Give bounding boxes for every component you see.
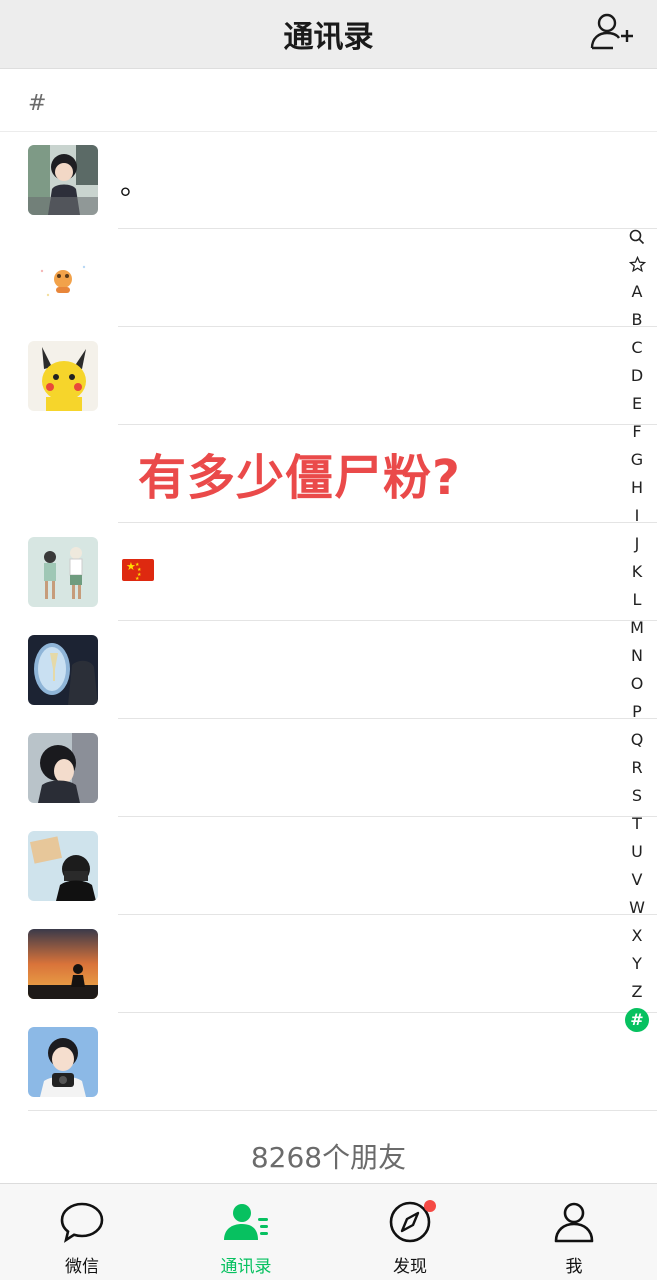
index-letter-a[interactable]: A	[625, 278, 649, 306]
avatar	[28, 929, 98, 999]
avatar	[28, 1027, 98, 1097]
search-icon	[629, 229, 645, 244]
index-search[interactable]	[625, 222, 649, 250]
add-contact-icon	[590, 13, 633, 50]
index-letter-k[interactable]: K	[625, 558, 649, 586]
add-contact-button[interactable]	[589, 12, 635, 52]
contact-name: 。	[120, 168, 149, 201]
index-letter-d[interactable]: D	[625, 362, 649, 390]
index-letter-z[interactable]: Z	[625, 978, 649, 1006]
contact-row[interactable]	[0, 719, 657, 817]
list-end-divider	[28, 1110, 657, 1111]
contact-row[interactable]	[0, 621, 657, 719]
index-letter-t[interactable]: T	[625, 810, 649, 838]
tab-label: 微信	[65, 1257, 99, 1277]
index-letter-g[interactable]: G	[625, 446, 649, 474]
contact-row[interactable]	[0, 229, 657, 327]
contact-row[interactable]	[0, 915, 657, 1013]
index-letter-c[interactable]: C	[625, 334, 649, 362]
index-letter-w[interactable]: W	[625, 894, 649, 922]
tab-label: 发现	[393, 1257, 427, 1277]
index-letter-p[interactable]: P	[625, 698, 649, 726]
index-letter-r[interactable]: R	[625, 754, 649, 782]
notification-dot	[424, 1200, 436, 1212]
index-letter-e[interactable]: E	[625, 390, 649, 418]
avatar	[28, 145, 98, 215]
chat-bubble-icon	[60, 1202, 104, 1243]
tab-label: 我	[565, 1257, 583, 1277]
top-bar: 通讯录	[0, 0, 657, 69]
tab-contacts[interactable]: 通讯录	[164, 1184, 328, 1280]
section-letter: #	[28, 91, 47, 116]
avatar	[28, 243, 98, 313]
person-icon	[554, 1202, 594, 1243]
index-letter-l[interactable]: L	[625, 586, 649, 614]
avatar	[28, 537, 98, 607]
contact-row[interactable]	[0, 1013, 620, 1111]
index-letter-f[interactable]: F	[625, 418, 649, 446]
avatar	[28, 635, 98, 705]
index-letter-h[interactable]: H	[625, 474, 649, 502]
index-letter-v[interactable]: V	[625, 866, 649, 894]
index-letter-hash[interactable]: #	[625, 1008, 649, 1032]
index-letter-y[interactable]: Y	[625, 950, 649, 978]
alphabet-index-bar[interactable]: ABCDEFGHIJKLMNOPQRSTUVWXYZ #	[625, 222, 649, 1032]
avatar	[28, 733, 98, 803]
star-icon	[628, 255, 646, 273]
index-star[interactable]	[625, 250, 649, 278]
avatar	[28, 831, 98, 901]
index-letter-o[interactable]: O	[625, 670, 649, 698]
contact-row[interactable]	[0, 327, 657, 425]
index-letter-s[interactable]: S	[625, 782, 649, 810]
index-letter-i[interactable]: I	[625, 502, 649, 530]
contact-row[interactable]: ★ ★ ★ ★ ★	[0, 523, 657, 621]
avatar	[28, 341, 98, 411]
page-title: 通讯录	[283, 20, 374, 55]
index-letter-q[interactable]: Q	[625, 726, 649, 754]
bottom-tab-bar: 微信 通讯录 发现 我	[0, 1183, 657, 1280]
tab-discover[interactable]: 发现	[328, 1184, 492, 1280]
contact-row[interactable]: 。	[0, 131, 657, 229]
index-letter-u[interactable]: U	[625, 838, 649, 866]
contact-row[interactable]	[0, 817, 657, 915]
tab-label: 通讯录	[220, 1257, 272, 1277]
contacts-icon	[224, 1204, 268, 1240]
friend-count: 8268个朋友	[250, 1141, 407, 1174]
index-letter-m[interactable]: M	[625, 614, 649, 642]
index-letter-b[interactable]: B	[625, 306, 649, 334]
tab-me[interactable]: 我	[492, 1184, 656, 1280]
section-header: #	[0, 69, 657, 132]
index-letter-j[interactable]: J	[625, 530, 649, 558]
index-letter-n[interactable]: N	[625, 642, 649, 670]
index-letter-x[interactable]: X	[625, 922, 649, 950]
overlay-caption: 有多少僵尸粉?	[138, 450, 461, 506]
china-flag-icon: ★ ★ ★ ★ ★	[122, 559, 154, 582]
tab-chats[interactable]: 微信	[0, 1184, 164, 1280]
